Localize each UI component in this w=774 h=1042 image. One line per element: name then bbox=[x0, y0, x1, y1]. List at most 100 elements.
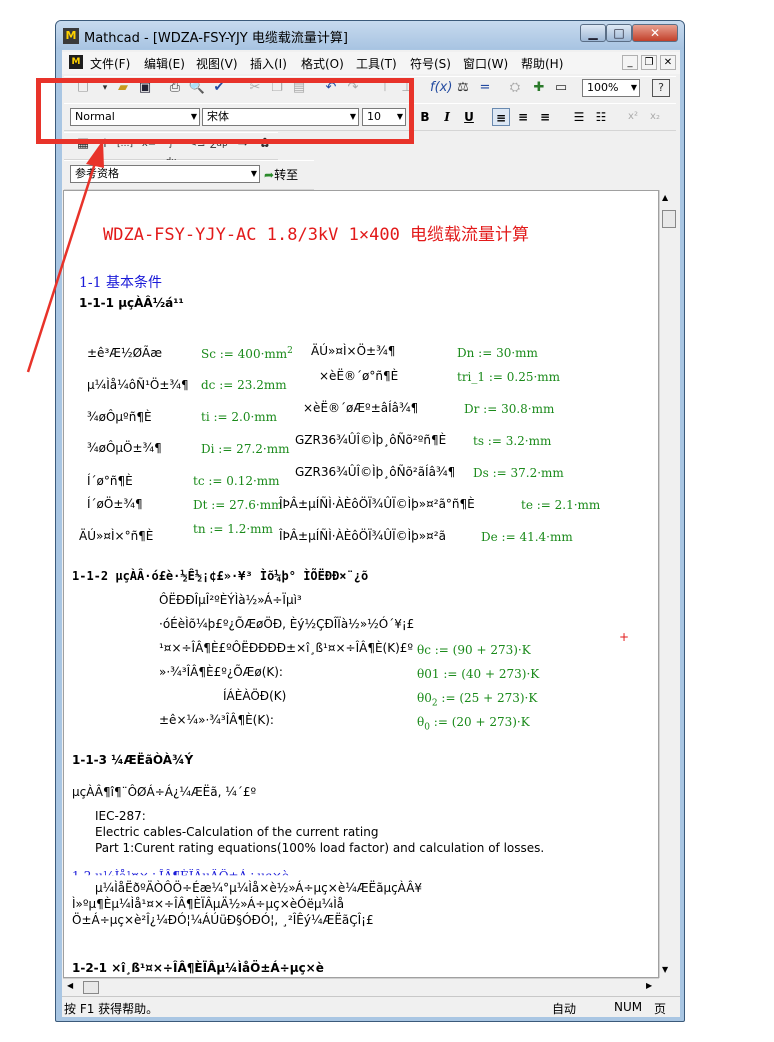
paragraph-line: µ¼ÌåËðºÄÒÔÖ÷Éæ¼°µ¼Ìå×è½»Á÷µç×è¼ÆËãµçÀÂ¥ bbox=[95, 881, 423, 895]
equation-text: Sc := 400·mm bbox=[201, 347, 288, 361]
equation-text: := (20 + 273)·K bbox=[429, 715, 530, 729]
param-label: ÄÚ»¤Ì×°ñ¶È bbox=[79, 529, 154, 543]
equation[interactable]: dc := 23.2mm bbox=[201, 378, 287, 392]
align-right-icon[interactable]: ≡ bbox=[536, 108, 554, 126]
maximize-button[interactable]: □ bbox=[606, 24, 632, 42]
horizontal-scroll-thumb[interactable] bbox=[83, 981, 99, 994]
superscript-icon[interactable]: x² bbox=[624, 108, 642, 126]
param-label: ±ê³Æ½ØÃæ bbox=[87, 346, 163, 360]
mdi-close-button[interactable]: ✕ bbox=[660, 55, 676, 70]
scroll-left-icon[interactable]: ◀ bbox=[67, 981, 73, 990]
horizontal-scrollbar[interactable] bbox=[63, 978, 659, 996]
param-label: ÄÚ»¤Ì×Ö±¾¶ bbox=[311, 344, 396, 358]
menu-help[interactable]: 帮助(H) bbox=[521, 55, 563, 72]
zoom-select[interactable]: 100% ▼ bbox=[582, 79, 640, 97]
menu-view[interactable]: 视图(V) bbox=[196, 55, 238, 72]
param-label: ¾øÔµÖ±¾¶ bbox=[87, 441, 162, 455]
param-label: GZR36¾ÛÎ©Ìþ¸ôÑõ²ºñ¶È bbox=[295, 433, 447, 447]
heading-basic-conditions: 1-1 基本条件 bbox=[79, 275, 162, 291]
scroll-right-icon[interactable]: ▶ bbox=[646, 981, 652, 990]
menu-edit[interactable]: 编辑(E) bbox=[144, 55, 185, 72]
window-icon[interactable]: ▭ bbox=[552, 79, 570, 97]
param-label: GZR36¾ÛÎ©Ìþ¸ôÑõ²ãÍâ¾¶ bbox=[295, 465, 456, 479]
numbered-list-icon[interactable]: ☷ bbox=[592, 108, 610, 126]
bullet-list-icon[interactable]: ☰ bbox=[570, 108, 588, 126]
equation[interactable]: tn := 1.2·mm bbox=[193, 522, 273, 536]
menu-insert[interactable]: 插入(I) bbox=[250, 55, 287, 72]
zoom-value: 100% bbox=[587, 81, 619, 94]
align-center-icon[interactable]: ≡ bbox=[514, 108, 532, 126]
equation[interactable]: Dt := 27.6·mm bbox=[193, 498, 282, 512]
equation-text: := (90 + 273)·K bbox=[430, 643, 531, 657]
menu-file[interactable]: 文件(F) bbox=[90, 55, 130, 72]
mdi-restore-button[interactable]: ❐ bbox=[641, 55, 657, 70]
equation[interactable]: tri_1 := 0.25·mm bbox=[457, 370, 560, 384]
document-title: WDZA-FSY-YJY-AC 1.8/3kV 1×400 电缆载流量计算 bbox=[103, 225, 530, 245]
condition-line: ÔËÐÐÎµÎ²ºÈÝÌà½»Á÷Ïµì³ bbox=[159, 593, 302, 607]
equation-text: := (25 + 273)·K bbox=[437, 691, 538, 705]
insert-unit-icon[interactable]: ⚖ bbox=[454, 79, 472, 97]
equation[interactable]: Dr := 30.8·mm bbox=[464, 402, 554, 416]
align-left-icon[interactable]: ≡ bbox=[492, 108, 510, 126]
goto-label: 转至 bbox=[274, 168, 299, 182]
menu-tools[interactable]: 工具(T) bbox=[356, 55, 397, 72]
underline-button[interactable]: U bbox=[460, 108, 478, 126]
reference-line: Electric cables-Calculation of the curre… bbox=[95, 825, 379, 839]
equation[interactable]: θ0 := (20 + 273)·K bbox=[417, 715, 530, 732]
paragraph-line: Ì»ºµ¶Èµ¼Ìå¹¤×÷ÎÂ¶ÈÏÂµÄ½»Á÷µç×èÓëµ¼Ìå bbox=[72, 897, 345, 911]
heading-laying-conditions: 1-1-2 µçÀÂ·ó£è·½Ê½¡¢£»·¥³ Ìõ¼þ° ÌÕËÐÐ×¨¿… bbox=[72, 569, 369, 583]
insert-component-icon[interactable]: ⛭ bbox=[506, 79, 524, 97]
equation[interactable]: Ds := 37.2·mm bbox=[473, 466, 564, 480]
status-help-text: 按 F1 获得帮助。 bbox=[64, 1002, 159, 1016]
goto-button[interactable]: ➦转至 bbox=[264, 166, 298, 183]
vertical-scrollbar[interactable] bbox=[659, 190, 677, 978]
equation[interactable]: θ02 := (25 + 273)·K bbox=[417, 691, 537, 708]
insert-function-icon[interactable]: f(x) bbox=[430, 79, 452, 97]
italic-button[interactable]: I bbox=[438, 108, 456, 126]
condition-line: ÍÁÈÀÖÐ(K) bbox=[223, 689, 287, 703]
equation[interactable]: tc := 0.12·mm bbox=[193, 474, 280, 488]
equation[interactable]: te := 2.1·mm bbox=[521, 498, 600, 512]
vertical-scroll-thumb[interactable] bbox=[662, 210, 676, 228]
window-title: Mathcad - [WDZA-FSY-YJY 电缆载流量计算] bbox=[84, 31, 348, 46]
heading-cable-structure: 1-1-1 µçÀÂ½á¹¹ bbox=[79, 296, 184, 310]
param-label: ×èË®´øÆº±âÍâ¾¶ bbox=[303, 401, 419, 415]
equation-superscript: 2 bbox=[287, 346, 293, 356]
param-label: Í­´øÖ±¾¶ bbox=[87, 497, 143, 511]
equation[interactable]: θc := (90 + 273)·K bbox=[417, 643, 531, 657]
equation[interactable]: θ01 := (40 + 273)·K bbox=[417, 667, 539, 681]
param-label: µ¼Ìå¼ôÑ¹Ö±¾¶ bbox=[87, 378, 189, 392]
subscript-icon[interactable]: x₂ bbox=[646, 108, 664, 126]
heading-calc-basis: 1-1-3 ¼ÆËãÒÀ¾Ý bbox=[72, 753, 194, 767]
insertion-crosshair-icon: + bbox=[619, 630, 630, 644]
menu-symbols[interactable]: 符号(S) bbox=[410, 55, 451, 72]
document-icon[interactable]: M bbox=[69, 55, 83, 69]
minimize-button[interactable]: ▁ bbox=[580, 24, 606, 42]
equation[interactable]: ts := 3.2·mm bbox=[473, 434, 551, 448]
equation[interactable]: Dn := 30·mm bbox=[457, 346, 538, 360]
equation[interactable]: Di := 27.2·mm bbox=[201, 442, 289, 456]
equation[interactable]: ti := 2.0·mm bbox=[201, 410, 277, 424]
close-button[interactable]: ✕ bbox=[632, 24, 678, 42]
reference-select[interactable]: 参考资格 ▼ bbox=[70, 165, 260, 183]
reference-line: IEC-287: bbox=[95, 809, 146, 823]
calculate-icon[interactable]: = bbox=[476, 79, 494, 97]
reference-value: 参考资格 bbox=[75, 167, 119, 180]
reference-line: Part 1:Curent rating equations(100% load… bbox=[95, 841, 545, 855]
scroll-up-icon[interactable]: ▲ bbox=[662, 193, 668, 202]
scroll-down-icon[interactable]: ▼ bbox=[662, 965, 668, 974]
heading-max-temp-resistance: 1-2-1 ×î¸ß¹¤×÷ÎÂ¶ÈÏÂµ¼ÌåÖ±Á÷µç×è bbox=[72, 961, 324, 975]
help-button[interactable]: ? bbox=[652, 79, 670, 97]
mdi-minimize-button[interactable]: _ bbox=[622, 55, 638, 70]
menu-window[interactable]: 窗口(W) bbox=[463, 55, 508, 72]
equation[interactable]: Sc := 400·mm2 bbox=[201, 346, 293, 361]
status-page: 页 bbox=[654, 1002, 667, 1016]
paragraph-line: Ö±Á÷µç×è²Î¿¼ÐÓ¦¼ÁÚüÐ§ÓÐÓ¦, ¸²ÎÊý¼ÆËãÇÎ¡£ bbox=[72, 913, 374, 927]
highlight-box bbox=[36, 78, 414, 144]
resources-icon[interactable]: ✚ bbox=[530, 79, 548, 97]
equation[interactable]: De := 41.4·mm bbox=[481, 530, 573, 544]
bold-button[interactable]: B bbox=[416, 108, 434, 126]
menu-format[interactable]: 格式(O) bbox=[301, 55, 344, 72]
condition-line: »·¾³ÎÂ¶È£º¿ÕÆø(K): bbox=[159, 665, 283, 679]
chevron-down-icon: ▼ bbox=[250, 169, 257, 178]
